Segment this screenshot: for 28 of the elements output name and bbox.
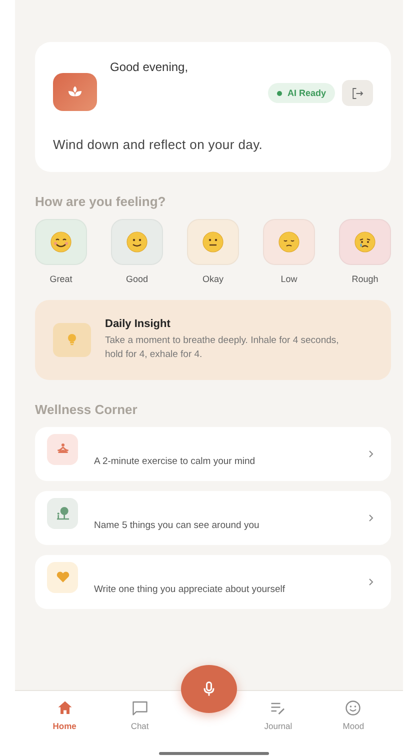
nav-tab[interactable]: Chat <box>102 691 178 750</box>
insight-text: Take a moment to breathe deeply. Inhale for 4 seconds, hold for 4, exhale for 4. <box>105 334 340 362</box>
logout-icon <box>350 86 365 100</box>
mood-option[interactable]: Good <box>111 219 163 284</box>
lotus-logo-icon <box>53 73 97 111</box>
section-heading: Wellness Corner <box>35 402 138 417</box>
smiley-icon <box>344 699 362 717</box>
microphone-button[interactable] <box>181 665 237 713</box>
wellness-card[interactable]: Name 5 things you can see around you <box>35 491 391 545</box>
lightbulb-icon <box>53 323 91 357</box>
wellness-card[interactable]: A 2-minute exercise to calm your mind <box>35 427 391 481</box>
greeting-text: Good evening, <box>110 60 188 74</box>
status-badge: AI Ready <box>268 83 335 103</box>
crying-face-icon <box>353 230 377 254</box>
mood-option[interactable]: Low <box>263 219 315 284</box>
logout-button[interactable] <box>342 80 373 106</box>
section-heading: How are you feeling? <box>35 194 167 209</box>
heart-icon <box>54 569 70 585</box>
mood-option[interactable]: Rough <box>339 219 391 284</box>
nav-tab[interactable]: Home <box>27 691 102 750</box>
tree-icon <box>54 505 70 521</box>
mood-option[interactable]: Okay <box>187 219 239 284</box>
chat-icon <box>130 699 149 717</box>
insight-title: Daily Insight <box>105 318 172 330</box>
wellness-card[interactable]: Write one thing you appreciate about yourself <box>35 555 391 609</box>
home-icon <box>56 699 74 717</box>
subtitle-text: Wind down and reflect on your day. <box>53 137 264 152</box>
mood-option[interactable]: Great <box>35 219 87 284</box>
